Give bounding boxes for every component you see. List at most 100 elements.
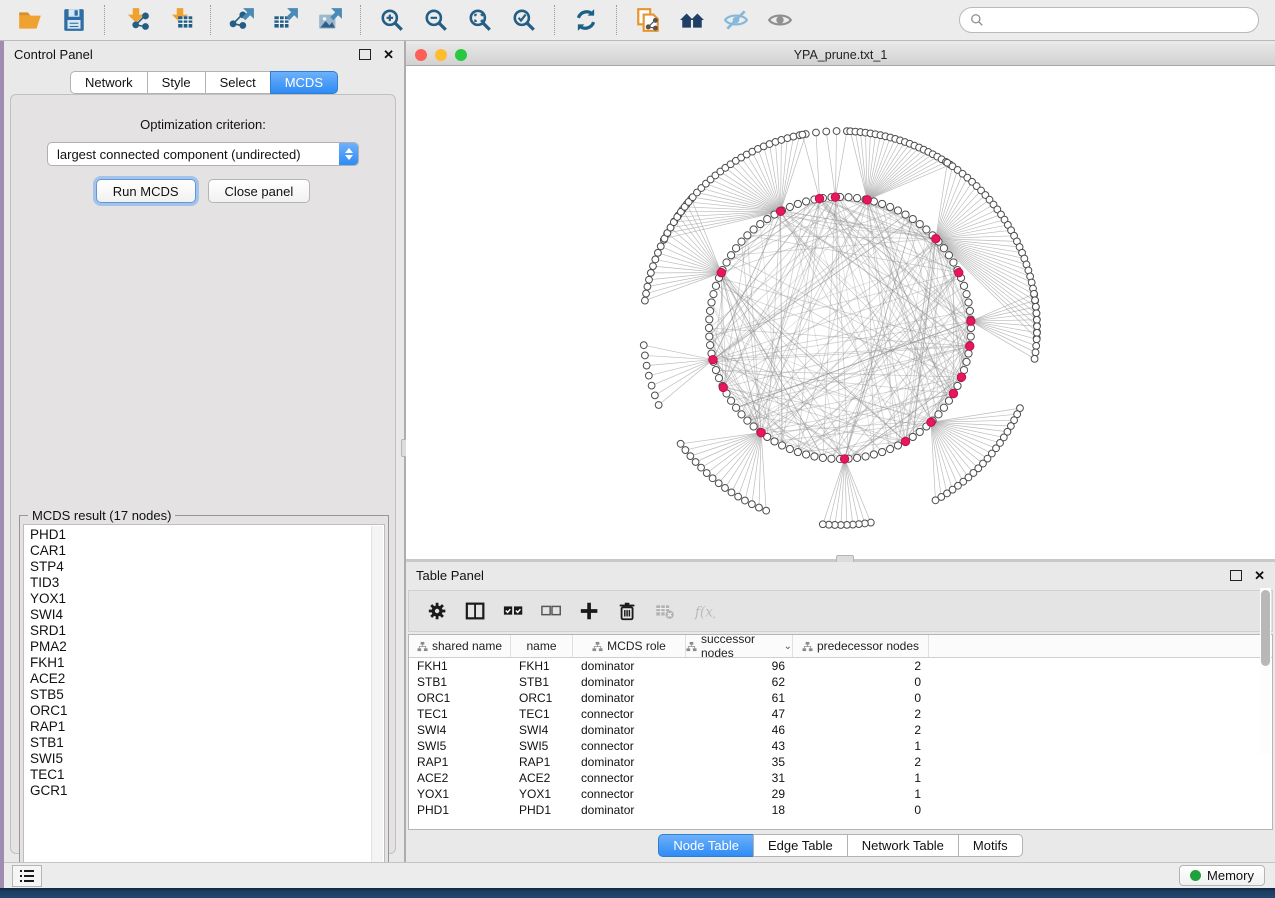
refresh-icon[interactable] [569,5,603,35]
delete-icon[interactable] [613,596,643,626]
hide-selected-icon[interactable] [719,5,753,35]
toolbar-separator [210,5,212,35]
cell: 1 [793,739,929,753]
cell: connector [573,707,686,721]
table-row-YOX1[interactable]: YOX1YOX1connector291 [409,786,1272,802]
show-all-icon[interactable] [763,5,797,35]
close-panel-button[interactable]: Close panel [208,179,311,203]
column-header-predecessor-nodes[interactable]: predecessor nodes [793,635,929,657]
optimization-criterion-label: Optimization criterion: [11,117,395,132]
result-node-item[interactable]: CAR1 [30,543,384,559]
result-node-item[interactable]: SWI5 [30,751,384,767]
result-node-item[interactable]: RAP1 [30,719,384,735]
result-scrollbar[interactable] [371,526,383,879]
node-table[interactable]: shared namenameMCDS rolesuccessor nodes⌄… [408,634,1273,830]
scrollbar-thumb[interactable] [1261,590,1270,666]
export-table-icon[interactable] [269,5,303,35]
result-node-item[interactable]: SWI4 [30,607,384,623]
result-node-item[interactable]: PMA2 [30,639,384,655]
tab-mcds[interactable]: MCDS [270,71,338,94]
save-session-icon[interactable] [57,5,91,35]
tab-motifs[interactable]: Motifs [958,834,1023,857]
control-panel: Control Panel ✕ NetworkStyleSelectMCDS O… [4,41,404,862]
float-panel-icon[interactable] [359,49,371,60]
import-network-icon[interactable] [119,5,153,35]
select-all-icon[interactable] [499,596,529,626]
column-header-successor-nodes[interactable]: successor nodes⌄ [686,635,793,657]
zoom-out-icon[interactable] [419,5,453,35]
column-header-name[interactable]: name [511,635,573,657]
table-row-SWI5[interactable]: SWI5SWI5connector431 [409,738,1272,754]
tab-node-table[interactable]: Node Table [658,834,754,857]
tab-select[interactable]: Select [205,71,271,94]
network-window-titlebar[interactable]: YPA_prune.txt_1 [406,44,1275,66]
status-bar: Memory [0,862,1275,888]
result-node-item[interactable]: ACE2 [30,671,384,687]
zoom-selected-icon[interactable] [507,5,541,35]
table-row-ORC1[interactable]: ORC1ORC1dominator610 [409,690,1272,706]
column-header-shared-name[interactable]: shared name [409,635,511,657]
result-node-item[interactable]: SRD1 [30,623,384,639]
table-row-PHD1[interactable]: PHD1PHD1dominator180 [409,802,1272,818]
zoom-in-icon[interactable] [375,5,409,35]
maximize-window-icon[interactable] [455,49,467,61]
run-mcds-button[interactable]: Run MCDS [96,179,196,203]
memory-button[interactable]: Memory [1179,865,1265,886]
result-node-item[interactable]: FKH1 [30,655,384,671]
zoom-fit-icon[interactable] [463,5,497,35]
mcds-result-legend: MCDS result (17 nodes) [28,508,175,523]
close-panel-icon[interactable]: ✕ [1254,569,1265,582]
search-input[interactable] [990,12,1248,29]
table-row-SWI4[interactable]: SWI4SWI4dominator462 [409,722,1272,738]
tab-network-table[interactable]: Network Table [847,834,959,857]
minimize-window-icon[interactable] [435,49,447,61]
table-row-STB1[interactable]: STB1STB1dominator620 [409,674,1272,690]
tab-edge-table[interactable]: Edge Table [753,834,848,857]
task-history-button[interactable] [12,865,42,887]
table-scrollbar[interactable] [1260,588,1271,754]
add-icon[interactable] [575,596,605,626]
cell: RAP1 [511,755,573,769]
first-neighbors-icon[interactable] [675,5,709,35]
search-box[interactable] [959,7,1259,33]
result-node-item[interactable]: TEC1 [30,767,384,783]
cell: connector [573,787,686,801]
cell: 62 [686,675,793,689]
network-canvas[interactable] [406,66,1275,559]
result-node-item[interactable]: ORC1 [30,703,384,719]
tab-style[interactable]: Style [147,71,206,94]
gear-icon[interactable] [423,596,453,626]
table-row-ACE2[interactable]: ACE2ACE2connector311 [409,770,1272,786]
export-network-icon[interactable] [225,5,259,35]
cell: 2 [793,707,929,721]
close-window-icon[interactable] [415,49,427,61]
result-node-item[interactable]: PHD1 [30,527,384,543]
toolbar-separator [104,5,106,35]
split-columns-icon[interactable] [461,596,491,626]
clone-network-icon[interactable] [631,5,665,35]
deselect-all-icon[interactable] [537,596,567,626]
criterion-dropdown[interactable]: largest connected component (undirected) [47,142,359,166]
mcds-result-list[interactable]: PHD1CAR1STP4TID3YOX1SWI4SRD1PMA2FKH1ACE2… [23,524,385,881]
open-file-icon[interactable] [13,5,47,35]
table-type-tabs: Node TableEdge TableNetwork TableMotifs [406,834,1275,857]
float-panel-icon[interactable] [1230,570,1242,581]
network-window-title: YPA_prune.txt_1 [406,44,1275,66]
column-header-MCDS-role[interactable]: MCDS role [573,635,686,657]
result-node-item[interactable]: STP4 [30,559,384,575]
import-table-icon[interactable] [163,5,197,35]
close-panel-icon[interactable]: ✕ [383,48,394,61]
table-row-FKH1[interactable]: FKH1FKH1dominator962 [409,658,1272,674]
export-image-icon[interactable] [313,5,347,35]
result-node-item[interactable]: GCR1 [30,783,384,799]
cell: 18 [686,803,793,817]
result-node-item[interactable]: YOX1 [30,591,384,607]
result-node-item[interactable]: TID3 [30,575,384,591]
tab-network[interactable]: Network [70,71,148,94]
result-node-item[interactable]: STB1 [30,735,384,751]
cell: FKH1 [409,659,511,673]
table-row-RAP1[interactable]: RAP1RAP1dominator352 [409,754,1272,770]
result-node-item[interactable]: STB5 [30,687,384,703]
table-row-TEC1[interactable]: TEC1TEC1connector472 [409,706,1272,722]
svg-text:f(x): f(x) [694,605,715,621]
